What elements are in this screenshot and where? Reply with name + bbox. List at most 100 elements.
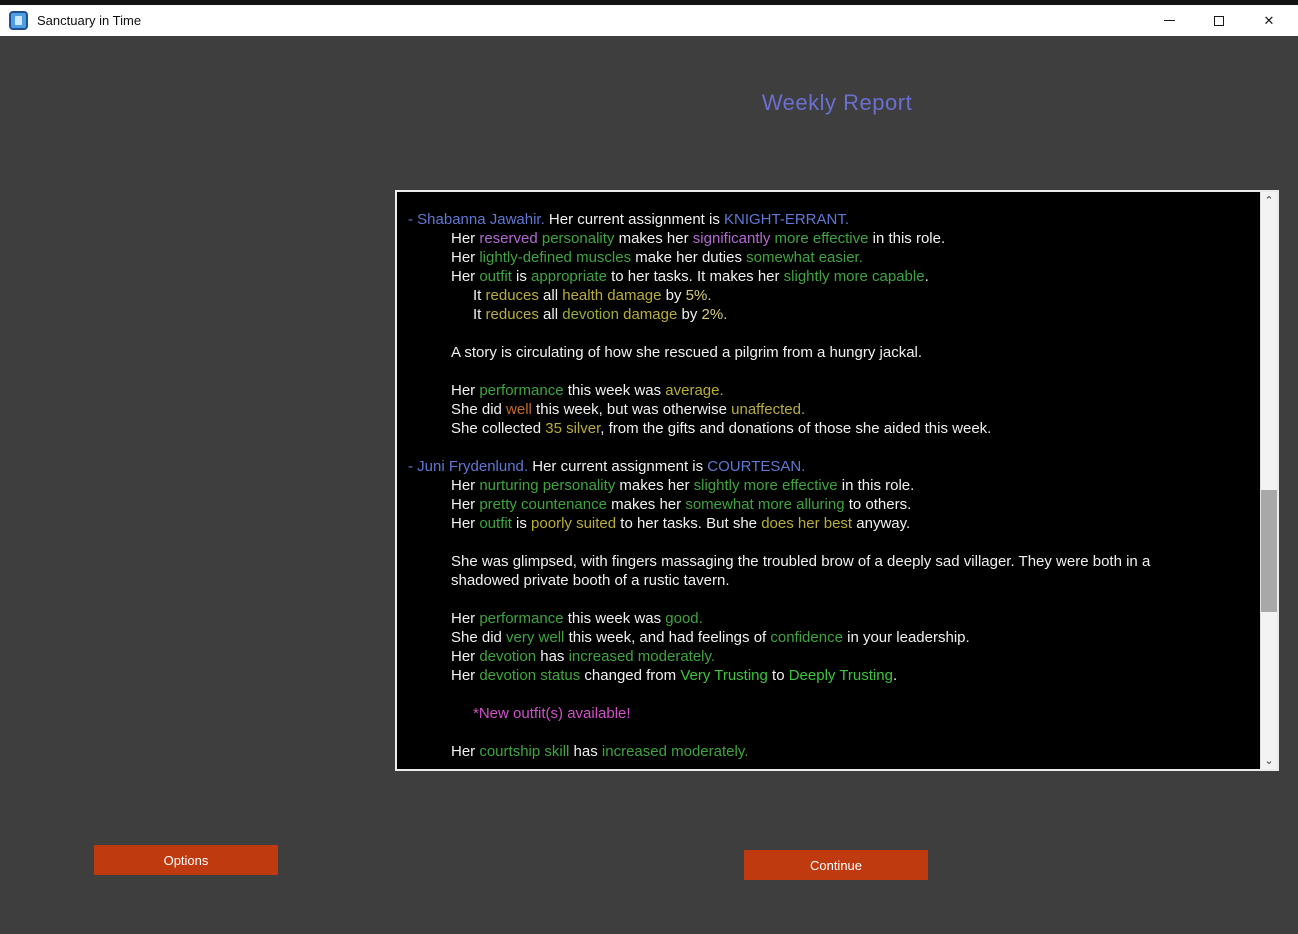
report-text-segment: - Shabanna Jawahir. [408, 211, 545, 228]
report-line [408, 685, 1254, 704]
report-text-segment: She was glimpsed, with fingers massaging… [451, 553, 1150, 570]
minimize-button[interactable] [1144, 5, 1194, 36]
report-line: Her reserved personality makes her signi… [408, 229, 1254, 248]
report-text-segment: Deeply Trusting [789, 667, 893, 684]
report-text-segment: in this role. [868, 230, 945, 247]
report-text-segment: It [473, 287, 486, 304]
report-text-segment: - Juni Frydenlund. [408, 458, 528, 475]
report-text-segment: devotion [562, 306, 619, 323]
report-line [408, 723, 1254, 742]
report-text-segment: personality [542, 230, 615, 247]
maximize-button[interactable] [1194, 5, 1244, 36]
report-text-segment: makes her [607, 496, 685, 513]
report-text-segment: 5%. [686, 287, 712, 304]
report-line: Her lightly-defined muscles make her dut… [408, 248, 1254, 267]
report-line: Her courtship skill has increased modera… [408, 742, 1254, 761]
report-text-segment: well [506, 401, 532, 418]
report-text-segment: anyway. [852, 515, 910, 532]
report-line [408, 533, 1254, 552]
report-text-segment: appropriate [531, 268, 607, 285]
report-text-segment: good. [665, 610, 703, 627]
report-line: shadowed private booth of a rustic taver… [408, 571, 1254, 590]
report-text-segment: somewhat more alluring [685, 496, 844, 513]
report-text-segment: KNIGHT-ERRANT. [724, 211, 849, 228]
report-text-segment: changed from [580, 667, 680, 684]
report-text-segment: to [768, 667, 789, 684]
report-line [408, 590, 1254, 609]
close-button[interactable]: ✕ [1244, 5, 1294, 36]
report-text-segment: Very Trusting [680, 667, 768, 684]
report-text-segment: increased moderately. [569, 648, 715, 665]
report-text-segment: 35 silver [545, 420, 600, 437]
report-line [408, 362, 1254, 381]
report-text-segment: Her [451, 268, 479, 285]
report-text-segment: outfit [479, 515, 512, 532]
report-text-segment: COURTESAN. [707, 458, 805, 475]
report-text-segment: this week, but was otherwise [532, 401, 731, 418]
report-text-segment: . [925, 268, 929, 285]
report-text-segment: 2%. [702, 306, 728, 323]
report-text-segment: in your leadership. [843, 629, 970, 646]
report-text-segment: in this role. [838, 477, 915, 494]
report-text-segment: *New outfit(s) available! [473, 705, 631, 722]
report-scrollbar[interactable]: ⌃ ⌄ [1260, 192, 1277, 769]
report-text-segment: She did [451, 401, 506, 418]
report-text-segment: has [536, 648, 569, 665]
report-text-segment: somewhat easier. [746, 249, 863, 266]
window-title: Sanctuary in Time [37, 13, 141, 28]
report-text-segment: all [539, 306, 562, 323]
report-line: She did well this week, but was otherwis… [408, 400, 1254, 419]
report-line: Her nurturing personality makes her slig… [408, 476, 1254, 495]
report-line: Her devotion status changed from Very Tr… [408, 666, 1254, 685]
report-text-segment: to her tasks. But she [616, 515, 761, 532]
report-line: - Juni Frydenlund. Her current assignmen… [408, 457, 1254, 476]
report-text-segment: is [512, 268, 531, 285]
report-text-segment: Her [451, 648, 479, 665]
report-text-segment: this week, and had feelings of [564, 629, 770, 646]
report-text-segment: poorly suited [531, 515, 616, 532]
report-text-segment: Her [451, 249, 479, 266]
report-text-segment: to her tasks. It makes her [607, 268, 784, 285]
report-text-segment: slightly more effective [694, 477, 838, 494]
scroll-up-button[interactable]: ⌃ [1261, 192, 1277, 209]
report-text-segment: She did [451, 629, 506, 646]
report-text-segment: . [893, 667, 897, 684]
report-text-segment: makes her [615, 477, 693, 494]
report-text-segment: A story is circulating of how she rescue… [451, 344, 922, 361]
report-line: She collected 35 silver, from the gifts … [408, 419, 1254, 438]
app-window: Sanctuary in Time ✕ Weekly Report - Shab… [0, 0, 1298, 934]
report-text-segment: lightly-defined muscles [479, 249, 631, 266]
report-text-segment: slightly more capable [784, 268, 925, 285]
report-text-segment: nurturing personality [479, 477, 615, 494]
report-line: A story is circulating of how she rescue… [408, 343, 1254, 362]
report-line: It reduces all devotion damage by 2%. [408, 305, 1254, 324]
report-text-segment: Her current assignment is [545, 211, 724, 228]
report-text-segment: very well [506, 629, 564, 646]
close-icon: ✕ [1264, 14, 1275, 27]
report-text-segment: courtship skill [479, 743, 569, 760]
report-text-segment: performance [479, 610, 563, 627]
report-text-segment: , from the gifts and donations of those … [600, 420, 991, 437]
report-line: Her performance this week was good. [408, 609, 1254, 628]
scroll-thumb[interactable] [1261, 490, 1277, 612]
report-line: Her performance this week was average. [408, 381, 1254, 400]
report-text-segment: by [661, 287, 685, 304]
chevron-up-icon: ⌃ [1264, 194, 1273, 207]
report-text-segment: more effective [775, 230, 869, 247]
report-text-segment: reduces [486, 306, 539, 323]
report-text-segment: confidence [770, 629, 843, 646]
continue-button[interactable]: Continue [744, 850, 928, 880]
report-line [408, 438, 1254, 457]
report-text-segment: to others. [845, 496, 912, 513]
page-title: Weekly Report [395, 90, 1279, 116]
titlebar: Sanctuary in Time ✕ [0, 5, 1298, 36]
report-text-segment: She collected [451, 420, 545, 437]
options-button[interactable]: Options [94, 845, 278, 875]
report-line: Her pretty countenance makes her somewha… [408, 495, 1254, 514]
report-text-segment: Her [451, 667, 479, 684]
scroll-down-button[interactable]: ⌄ [1261, 752, 1277, 769]
report-text-segment: Her [451, 515, 479, 532]
report-text-segment: health damage [562, 287, 661, 304]
report-text-segment: this week was [564, 610, 666, 627]
report-text-segment: Her [451, 496, 479, 513]
